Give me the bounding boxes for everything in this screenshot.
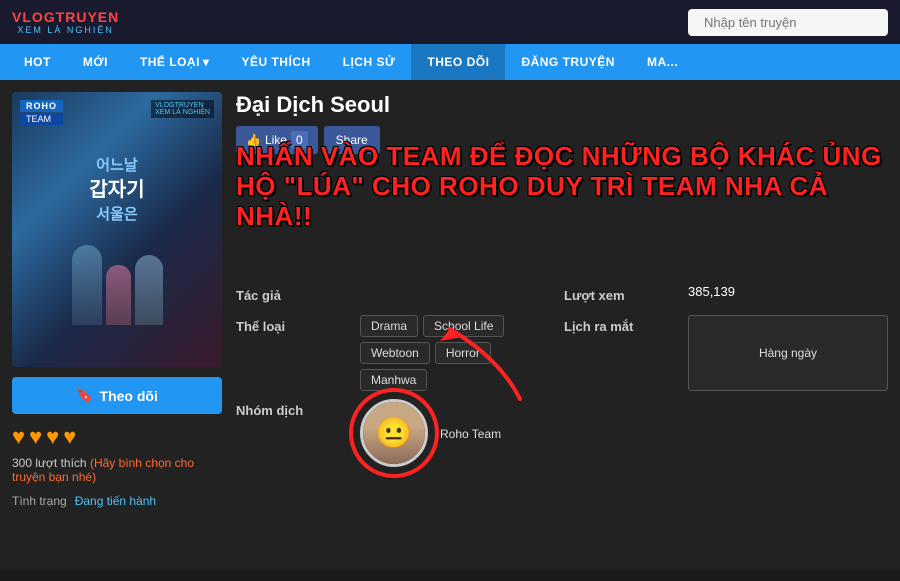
heart-2: ♥	[29, 424, 42, 450]
status-label: Tình trạng	[12, 494, 67, 508]
manga-cover: ROHO TEAM VLOGTRUYENXEM LÀ NGHIỆN 어느날 갑자…	[12, 92, 222, 367]
schedule-label: Lịch ra mắt	[564, 315, 684, 391]
left-column: ROHO TEAM VLOGTRUYENXEM LÀ NGHIỆN 어느날 갑자…	[12, 92, 222, 558]
tag-school-life[interactable]: School Life	[423, 315, 504, 337]
like-button[interactable]: 👍 Like 0	[236, 126, 318, 154]
cover-team-label: ROHO TEAM	[20, 100, 63, 125]
like-count: 0	[291, 131, 308, 149]
translator-label: Nhóm dịch	[236, 399, 356, 467]
nav-bar: HOT MỚI THỂ LOẠI ▾ YÊU THÍCH LỊCH SỬ THE…	[0, 44, 900, 80]
tag-horror[interactable]: Horror	[435, 342, 491, 364]
nav-hot[interactable]: HOT	[8, 44, 67, 80]
info-grid: Tác giả Lượt xem 385,139 Thể loại Drama …	[236, 284, 888, 467]
genre-tags: Drama School Life Webtoon Horror Manhwa	[360, 315, 560, 391]
nav-lich-su[interactable]: LỊCH SỬ	[327, 44, 412, 80]
chevron-down-icon: ▾	[203, 55, 210, 69]
announcement-overlay: NHẤN VÀO TEAM ĐỂ ĐỌC NHỮNG BỘ KHÁC ỦNG H…	[236, 142, 888, 232]
roho-badge: ROHO	[20, 100, 63, 112]
team-badge: TEAM	[20, 113, 63, 125]
search-input[interactable]	[688, 9, 888, 36]
author-label: Tác giả	[236, 284, 356, 307]
action-buttons: 👍 Like 0 Share	[236, 126, 888, 154]
site-logo[interactable]: VLOGTRUYEN XEM LÀ NGHIỆN	[12, 9, 119, 35]
follow-button[interactable]: 🔖 Theo dõi	[12, 377, 222, 414]
status-value: Đang tiến hành	[75, 494, 156, 508]
announce-line-2: HỘ "LÚA" CHO ROHO DUY TRÌ TEAM NHA CẢ NH…	[236, 172, 888, 232]
translator-name: Roho Team	[440, 427, 501, 441]
views-value: 385,139	[688, 284, 888, 307]
manga-title: Đại Dịch Seoul	[236, 92, 888, 118]
nav-yeu-thich[interactable]: YÊU THÍCH	[225, 44, 326, 80]
nav-the-loai[interactable]: THỂ LOẠI ▾	[124, 44, 226, 80]
nav-dang-truyen[interactable]: ĐĂNG TRUYỆN	[505, 44, 631, 80]
top-header: VLOGTRUYEN XEM LÀ NGHIỆN	[0, 0, 900, 44]
right-column: Đại Dịch Seoul 👍 Like 0 Share NHẤN VÀO T…	[236, 92, 888, 558]
heart-1: ♥	[12, 424, 25, 450]
nav-moi[interactable]: MỚI	[67, 44, 124, 80]
tag-manhwa[interactable]: Manhwa	[360, 369, 427, 391]
heart-3: ♥	[46, 424, 59, 450]
heart-4: ♥	[63, 424, 76, 450]
views-label: Lượt xem	[564, 284, 684, 307]
translator-area: 😐 Roho Team	[360, 399, 560, 467]
nav-theo-doi[interactable]: THEO DÕI	[411, 44, 505, 80]
thumbs-up-icon: 👍	[246, 133, 261, 147]
share-button[interactable]: Share	[324, 126, 380, 154]
likes-info: 300 lượt thích (Hãy bình chọn cho truyện…	[12, 456, 222, 484]
genre-label: Thể loại	[236, 315, 356, 391]
vlogtruyen-cover-badge: VLOGTRUYENXEM LÀ NGHIỆN	[151, 100, 214, 118]
nav-ma[interactable]: MA...	[631, 44, 694, 80]
tag-drama[interactable]: Drama	[360, 315, 418, 337]
main-content: ROHO TEAM VLOGTRUYENXEM LÀ NGHIỆN 어느날 갑자…	[0, 80, 900, 570]
status-row: Tình trạng Đang tiến hành	[12, 494, 222, 508]
logo-name: VLOGTRUYEN	[12, 9, 119, 25]
author-value	[360, 284, 560, 307]
translator-avatar[interactable]: 😐	[360, 399, 428, 467]
bookmark-icon: 🔖	[76, 387, 93, 404]
logo-tagline: XEM LÀ NGHIỆN	[17, 25, 114, 35]
schedule-value: Hàng ngày	[688, 315, 888, 391]
tag-webtoon[interactable]: Webtoon	[360, 342, 430, 364]
rating-hearts: ♥ ♥ ♥ ♥	[12, 424, 222, 450]
